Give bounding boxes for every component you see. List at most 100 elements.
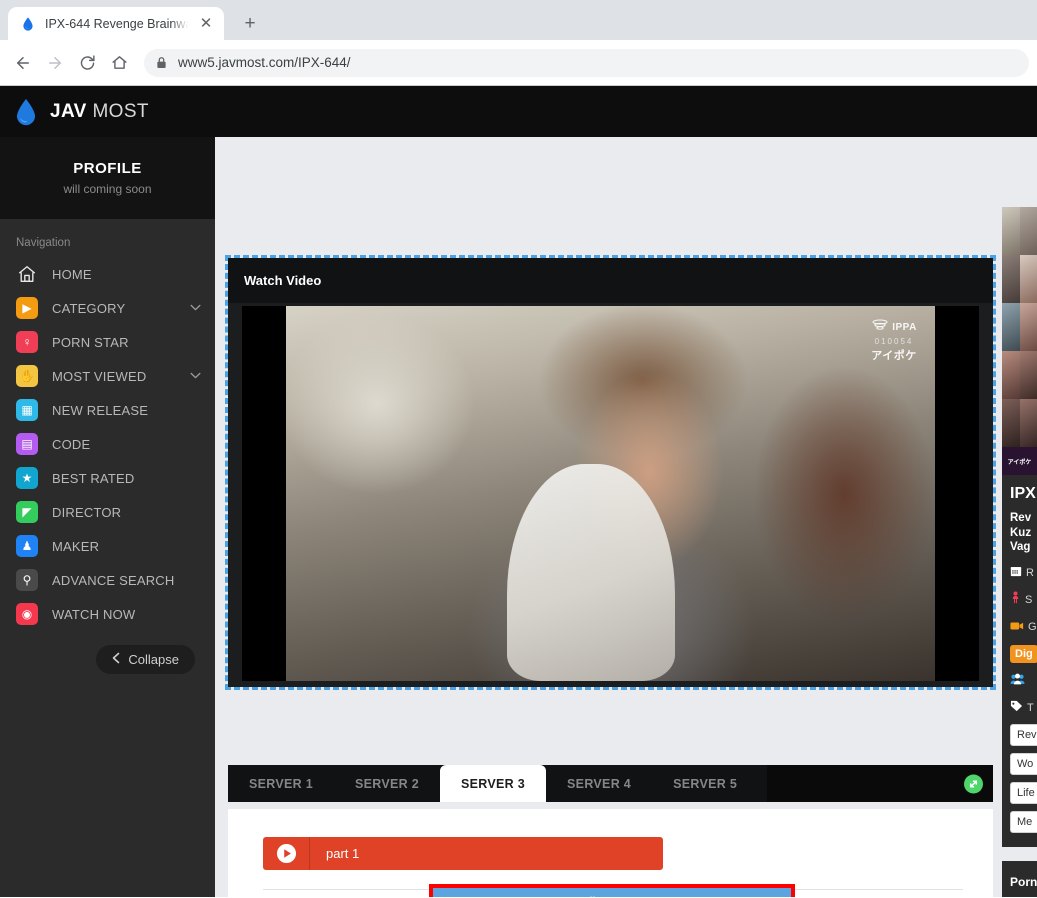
meta-release-text: R	[1026, 567, 1034, 580]
close-icon[interactable]: ✕	[197, 15, 215, 33]
meta-tags-text: T	[1027, 702, 1034, 715]
meta-release-date[interactable]: R	[1010, 564, 1037, 582]
megaphone-icon: ◤	[16, 501, 38, 523]
home-icon	[16, 263, 38, 285]
ippa-watermark: IPPA 010054 アイポケ	[863, 318, 925, 363]
cover-cell	[1002, 207, 1020, 255]
browser-tab-title: IPX-644 Revenge Brainwashing I	[45, 16, 188, 31]
server-tab-5[interactable]: SERVER 5	[652, 765, 758, 802]
sidebar-item-maker[interactable]: ♟ MAKER	[0, 529, 215, 563]
cover-cell	[1019, 399, 1037, 447]
water-drop-logo-icon	[14, 97, 38, 127]
part-label: part 1	[326, 846, 360, 861]
cover-cell	[1019, 303, 1037, 351]
sidebar-collapse-button[interactable]: Collapse	[96, 645, 195, 674]
tag-chip[interactable]: Rev	[1010, 724, 1037, 747]
web-page: JAV MOST PROFILE will coming soon Naviga…	[0, 86, 1037, 897]
sidebar-item-label: PORN STAR	[52, 334, 129, 350]
cover-logo-text: アイポケ	[1007, 459, 1032, 466]
sidebar-item-porn-star[interactable]: ♀ PORN STAR	[0, 325, 215, 359]
profile-title: PROFILE	[73, 160, 142, 177]
video-frame[interactable]: IPPA 010054 アイポケ	[286, 306, 935, 681]
cover-cell	[1002, 399, 1020, 447]
part-row[interactable]: part 1	[263, 837, 663, 870]
chevron-left-icon	[112, 652, 120, 667]
female-figure-icon	[1010, 591, 1021, 609]
search-icon: ⚲	[16, 569, 38, 591]
server-tab-2[interactable]: SERVER 2	[334, 765, 440, 802]
digital-badge-label: Dig	[1015, 648, 1033, 661]
cover-cell	[1019, 255, 1037, 303]
sidebar-item-advance-search[interactable]: ⚲ ADVANCE SEARCH	[0, 563, 215, 597]
sidebar-item-label: CODE	[52, 436, 91, 452]
sidebar-item-best-rated[interactable]: ★ BEST RATED	[0, 461, 215, 495]
sidebar-item-new-release[interactable]: ▦ NEW RELEASE	[0, 393, 215, 427]
sidebar-item-category[interactable]: ▶ CATEGORY	[0, 291, 215, 325]
sidebar-item-label: BEST RATED	[52, 470, 135, 486]
sidebar: PROFILE will coming soon Navigation HOME…	[0, 137, 215, 897]
recording-toolbar[interactable]: Recording... 00:01:56 ✕	[429, 884, 795, 897]
meta-maker[interactable]	[1010, 672, 1037, 690]
browser-toolbar: www5.javmost.com/IPX-644/	[0, 40, 1037, 86]
ippa-swirl-icon	[871, 318, 889, 336]
browser-tab[interactable]: IPX-644 Revenge Brainwashing I ✕	[8, 7, 224, 40]
tag-icon	[1010, 699, 1023, 717]
tag-chip[interactable]: Life	[1010, 782, 1037, 805]
video-title: Rev Kuz Vag	[1010, 512, 1032, 554]
expand-arrows-icon[interactable]	[964, 774, 983, 793]
server-tab-3[interactable]: SERVER 3	[440, 765, 547, 802]
meta-genre-text: G	[1028, 621, 1037, 634]
sidebar-item-watch-now[interactable]: ◉ WATCH NOW	[0, 597, 215, 631]
recording-toolbar-header[interactable]: Recording... 00:01:56 ✕	[433, 888, 791, 897]
sidebar-item-label: HOME	[52, 266, 92, 282]
sidebar-item-code[interactable]: ▤ CODE	[0, 427, 215, 461]
close-icon[interactable]: ✕	[771, 895, 782, 897]
digital-badge[interactable]: Dig	[1010, 645, 1037, 664]
reload-button[interactable]	[72, 48, 102, 78]
tag-list: Rev Wo Life Me	[1010, 724, 1037, 834]
forward-button[interactable]	[40, 48, 70, 78]
address-bar[interactable]: www5.javmost.com/IPX-644/	[144, 48, 1029, 77]
collapse-row: Collapse	[0, 631, 215, 674]
tag-chip[interactable]: Wo	[1010, 753, 1037, 776]
ippa-japanese-label: アイポケ	[871, 350, 917, 362]
video-letterbox-right	[935, 306, 979, 681]
profile-box: PROFILE will coming soon	[0, 137, 215, 219]
recording-status: Recording... 00:01:56	[552, 895, 672, 898]
server-tab-1[interactable]: SERVER 1	[228, 765, 334, 802]
video-still-image	[286, 306, 935, 681]
play-circle-icon[interactable]	[263, 837, 310, 870]
star-icon: ★	[16, 467, 38, 489]
server-tab-bar: SERVER 1 SERVER 2 SERVER 3 SERVER 4 SERVER 5	[228, 765, 993, 802]
video-cover-thumbnail[interactable]	[1002, 207, 1037, 447]
ippa-brand: IPPA	[892, 321, 917, 333]
watch-video-header: Watch Video	[228, 258, 993, 303]
new-tab-button[interactable]: +	[236, 9, 264, 37]
sidebar-item-label: DIRECTOR	[52, 504, 122, 520]
address-bar-url: www5.javmost.com/IPX-644/	[178, 55, 351, 70]
sidebar-item-label: NEW RELEASE	[52, 402, 149, 418]
sidebar-item-home[interactable]: HOME	[0, 257, 215, 291]
main-content: Watch Video IPPA 010054 アイポケ SERVER 1 SE…	[215, 137, 1037, 897]
chevron-down-icon[interactable]	[190, 303, 201, 314]
users-group-icon: ♟	[16, 535, 38, 557]
server-tab-4[interactable]: SERVER 4	[546, 765, 652, 802]
collapse-label: Collapse	[128, 652, 179, 667]
thumbs-up-icon: ✋	[16, 365, 38, 387]
meta-genre[interactable]: G	[1010, 618, 1037, 636]
home-button[interactable]	[104, 48, 134, 78]
meta-star[interactable]: S	[1010, 591, 1037, 609]
users-group-icon	[1010, 672, 1025, 690]
sidebar-nav-list: HOME ▶ CATEGORY ♀ PORN STAR ✋ MOST VIEWED ▦ NEW …	[0, 257, 215, 631]
sidebar-item-director[interactable]: ◤ DIRECTOR	[0, 495, 215, 529]
tag-chip[interactable]: Me	[1010, 811, 1037, 834]
server-tabs-list: SERVER 1 SERVER 2 SERVER 3 SERVER 4 SERVER 5	[228, 765, 758, 802]
chevron-down-icon[interactable]	[190, 371, 201, 382]
video-stage[interactable]: IPPA 010054 アイポケ	[228, 303, 993, 687]
site-logo-text[interactable]: JAV MOST	[50, 101, 149, 123]
back-button[interactable]	[8, 48, 38, 78]
browser-tabstrip: IPX-644 Revenge Brainwashing I ✕ +	[0, 0, 1037, 40]
logo-normal-text: MOST	[92, 100, 149, 122]
sidebar-item-most-viewed[interactable]: ✋ MOST VIEWED	[0, 359, 215, 393]
server-bar-spacer	[767, 765, 993, 802]
